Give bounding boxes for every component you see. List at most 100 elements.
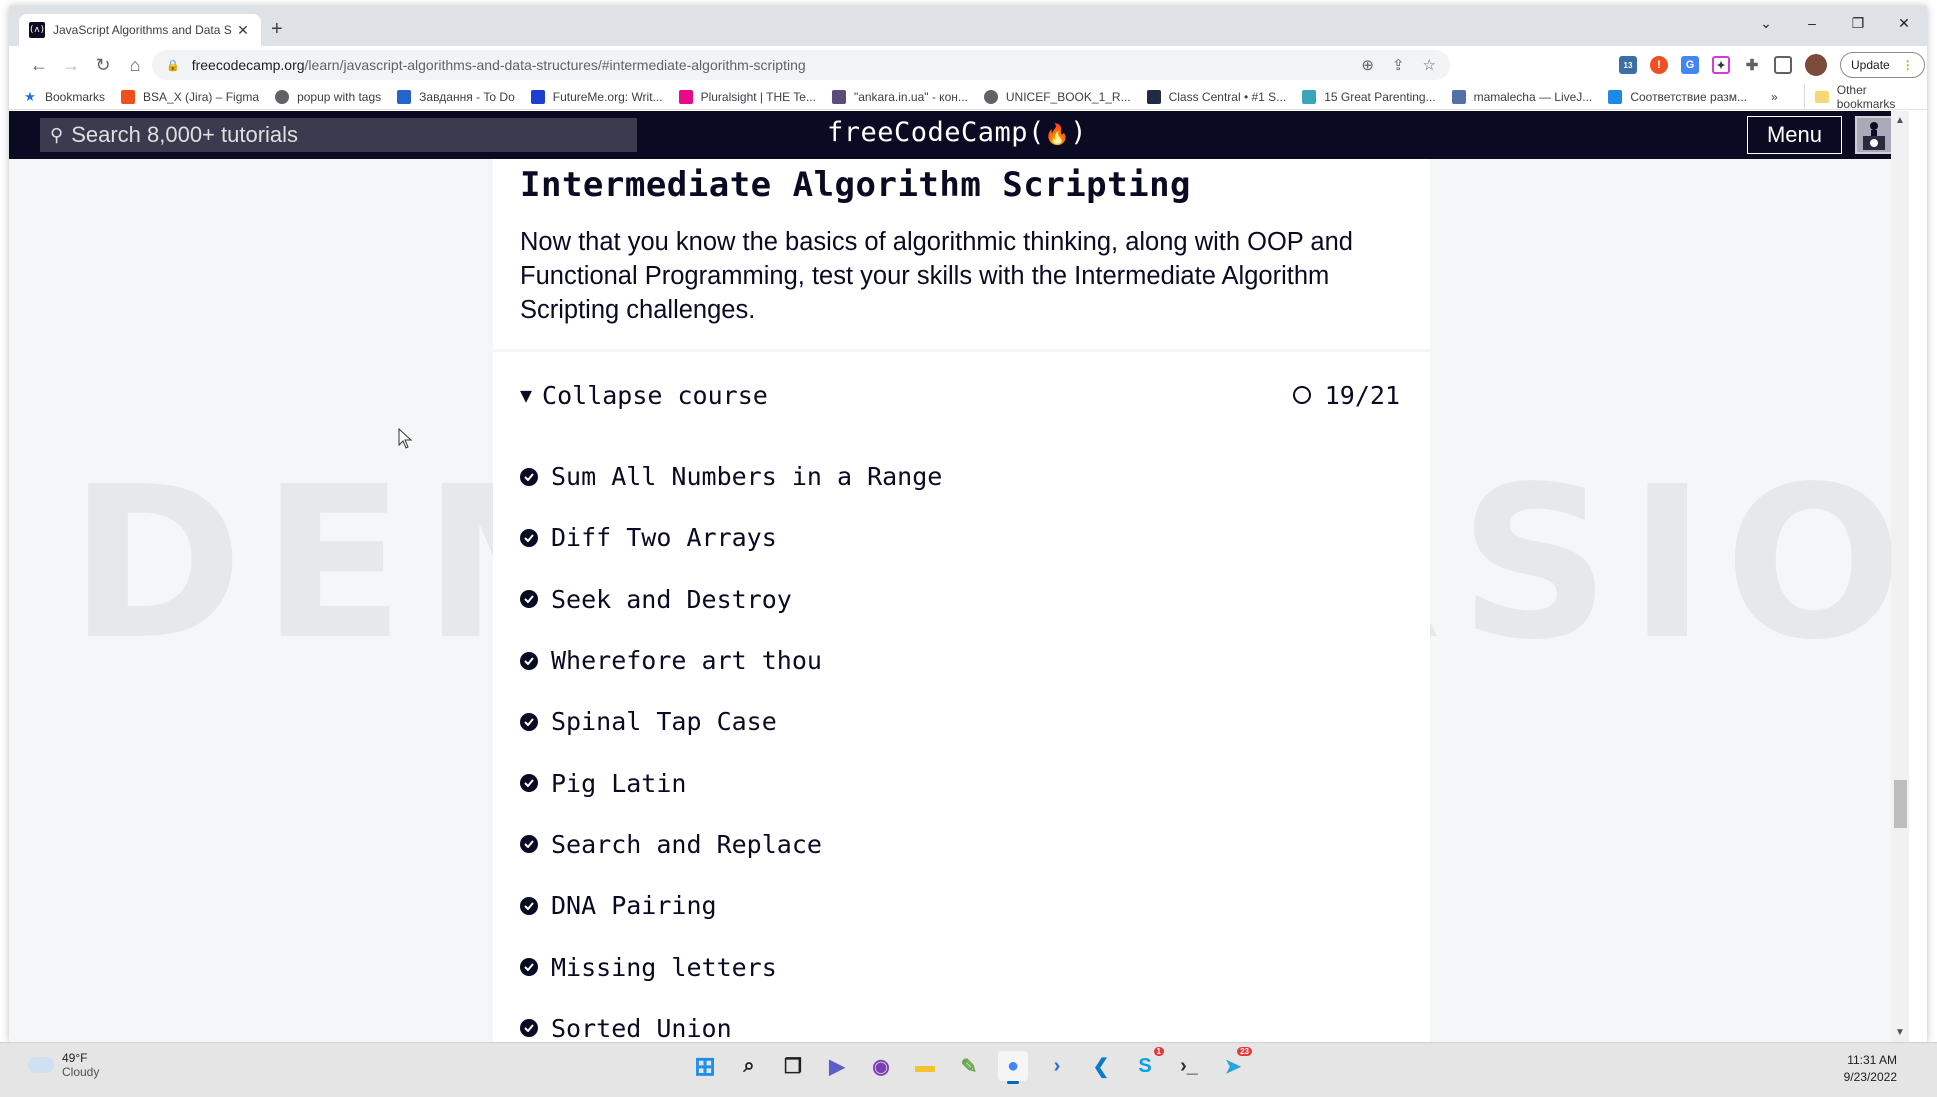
zoom-icon[interactable]: ⊕ <box>1361 56 1374 74</box>
bookmark-item[interactable]: Завдання - To Do <box>397 89 515 104</box>
camper-avatar-icon <box>1863 122 1885 150</box>
bookmark-item[interactable]: Соответствие разм... <box>1608 89 1747 104</box>
challenge-link[interactable]: Diff Two Arrays <box>520 507 942 568</box>
challenge-title: Seek and Destroy <box>551 584 792 614</box>
share-icon[interactable]: ⇪ <box>1392 56 1405 74</box>
other-bookmarks[interactable]: Other bookmarks <box>1804 83 1927 111</box>
menu-button[interactable]: Menu <box>1747 116 1842 154</box>
challenge-link[interactable]: Sorted Union <box>520 998 942 1042</box>
bookmark-item[interactable]: ★ Bookmarks <box>23 89 106 104</box>
taskbar-app[interactable]: ✎ <box>954 1051 984 1081</box>
minimize-button[interactable]: – <box>1789 6 1835 40</box>
page-scrollbar[interactable]: ▲ ▼ <box>1891 111 1909 1042</box>
taskbar-app[interactable]: › <box>1042 1051 1072 1081</box>
search-icon: ⚲ <box>50 124 64 145</box>
freecodecamp-icon: (ʌ) <box>29 22 45 38</box>
bookmark-label: Bookmarks <box>45 89 106 104</box>
taskbar-app[interactable]: ▶ <box>822 1051 852 1081</box>
bookmark-star-icon[interactable]: ☆ <box>1423 56 1436 74</box>
side-panel-icon[interactable] <box>1774 56 1792 74</box>
collapse-course-button[interactable]: ▼ Collapse course 19/21 <box>520 375 1400 415</box>
taskbar-app[interactable]: ➤ 23 <box>1218 1047 1252 1081</box>
extensions-puzzle-icon[interactable]: ✚ <box>1743 56 1761 74</box>
fcc-logo[interactable]: freeCodeCamp(🔥) <box>827 117 1087 148</box>
close-tab-icon[interactable]: ✕ <box>235 22 251 39</box>
tab-search-icon[interactable]: ⌄ <box>1743 6 1789 40</box>
challenge-link[interactable]: Spinal Tap Case <box>520 691 942 752</box>
challenge-link[interactable]: Seek and Destroy <box>520 569 942 630</box>
taskbar-app[interactable]: ◉ <box>866 1051 896 1081</box>
address-bar[interactable]: 🔒 freecodecamp.org /learn/javascript-alg… <box>152 50 1450 80</box>
fcc-navbar: ⚲ Search 8,000+ tutorials freeCodeCamp(🔥… <box>9 111 1909 159</box>
challenge-link[interactable]: Pig Latin <box>520 752 942 813</box>
bookmarks-bar: ★ Bookmarks BSA_X (Jira) – Figma popup with… <box>9 83 1927 111</box>
bookmark-item[interactable]: "ankara.in.ua" - кон... <box>831 89 968 104</box>
forward-button[interactable]: → <box>55 49 87 81</box>
challenge-title: DNA Pairing <box>551 891 717 921</box>
section-description: Now that you know the basics of algorith… <box>520 228 1353 324</box>
bookmark-item[interactable]: UNICEF_BOOK_1_R... <box>983 89 1131 104</box>
search-input[interactable]: ⚲ Search 8,000+ tutorials <box>40 118 637 152</box>
taskbar-app[interactable]: ❮ <box>1086 1051 1116 1081</box>
more-menu-icon[interactable]: ⋮ <box>1902 58 1914 72</box>
browser-tab-active[interactable]: (ʌ) JavaScript Algorithms and Data S ✕ <box>19 14 261 46</box>
bookmark-item[interactable]: BSA_X (Jira) – Figma <box>121 89 259 104</box>
back-button[interactable]: ← <box>23 49 55 81</box>
challenge-link[interactable]: Sum All Numbers in a Range <box>520 446 942 507</box>
taskbar-app[interactable]: ›_ <box>1174 1051 1204 1081</box>
close-window-button[interactable]: ✕ <box>1881 6 1927 40</box>
google-translate-icon[interactable]: G <box>1681 56 1699 74</box>
taskbar-app[interactable]: ● <box>998 1051 1028 1084</box>
reload-button[interactable]: ↻ <box>87 49 119 81</box>
scrollbar-thumb[interactable] <box>1894 780 1907 828</box>
challenge-link[interactable]: Missing letters <box>520 936 942 997</box>
bookmark-label: Pluralsight | THE Te... <box>700 89 816 104</box>
color-picker-extension-icon[interactable]: ✦ <box>1712 56 1730 74</box>
challenge-link[interactable]: DNA Pairing <box>520 875 942 936</box>
challenge-title: Diff Two Arrays <box>551 523 777 553</box>
scroll-down-arrow-icon[interactable]: ▼ <box>1895 1027 1905 1038</box>
extensions-area: 13 ! G ✦ ✚ <box>1619 50 1827 80</box>
user-avatar[interactable] <box>1855 116 1893 154</box>
url-host: freecodecamp.org <box>191 57 305 73</box>
notepad-plus-icon: ✎ <box>960 1055 978 1078</box>
bookmark-item[interactable]: Class Central • #1 S... <box>1146 89 1287 104</box>
chrome-icon: ● <box>1006 1054 1020 1077</box>
taskbar-app[interactable]: ⊞ <box>690 1051 720 1081</box>
new-tab-button[interactable]: + <box>271 18 283 41</box>
bookmark-label: UNICEF_BOOK_1_R... <box>1005 89 1131 104</box>
logo-text: freeCodeCamp <box>827 117 1029 148</box>
bookmark-item[interactable]: 15 Great Parenting... <box>1302 89 1436 104</box>
omnibox-actions: ⊕ ⇪ ☆ <box>1361 50 1436 80</box>
update-button[interactable]: Update ⋮ <box>1840 52 1925 78</box>
scroll-up-arrow-icon[interactable]: ▲ <box>1895 115 1905 126</box>
taskbar-app[interactable]: ⌕ <box>734 1051 764 1081</box>
taskbar-apps: ⊞ ⌕ ❐ ▶ ◉ ▬ ✎ ● › ❮ S 1 ›_ ➤ 23 <box>690 1047 1252 1084</box>
challenge-link[interactable]: Wherefore art thou <box>520 630 942 691</box>
taskbar-app[interactable]: ❐ <box>778 1051 808 1081</box>
alert-extension-icon[interactable]: ! <box>1650 56 1668 74</box>
completed-check-icon <box>520 528 538 547</box>
notification-badge: 1 <box>1153 1047 1164 1056</box>
taskbar-app[interactable]: ▬ <box>910 1051 940 1081</box>
powershell-icon: › <box>1053 1054 1061 1077</box>
livejournal-user-icon <box>1451 89 1466 104</box>
restore-button[interactable]: ❐ <box>1835 6 1881 40</box>
bookmark-item[interactable]: mamalecha — LiveJ... <box>1451 89 1592 104</box>
challenge-link[interactable]: Search and Replace <box>520 814 942 875</box>
size-chart-icon <box>1608 89 1623 104</box>
bookmark-item[interactable]: popup with tags <box>275 89 381 104</box>
bookmark-label: Class Central • #1 S... <box>1168 89 1287 104</box>
weather-widget[interactable]: 49°F Cloudy <box>28 1051 99 1079</box>
calendar-extension-icon[interactable]: 13 <box>1619 56 1637 74</box>
bookmark-item[interactable]: FutureMe.org: Writ... <box>530 89 663 104</box>
home-button[interactable]: ⌂ <box>119 49 151 81</box>
bookmark-label: Завдання - To Do <box>419 89 515 104</box>
flame-icon: (🔥) <box>1028 117 1088 148</box>
taskbar-app[interactable]: S1 <box>1130 1047 1164 1081</box>
bookmarks-overflow-button[interactable]: » <box>1771 84 1778 110</box>
bookmark-item[interactable]: Pluralsight | THE Te... <box>678 89 816 104</box>
profile-avatar[interactable] <box>1805 54 1827 76</box>
system-clock[interactable]: 11:31 AM 9/23/2022 <box>1844 1052 1897 1086</box>
lock-icon[interactable]: 🔒 <box>166 59 180 72</box>
